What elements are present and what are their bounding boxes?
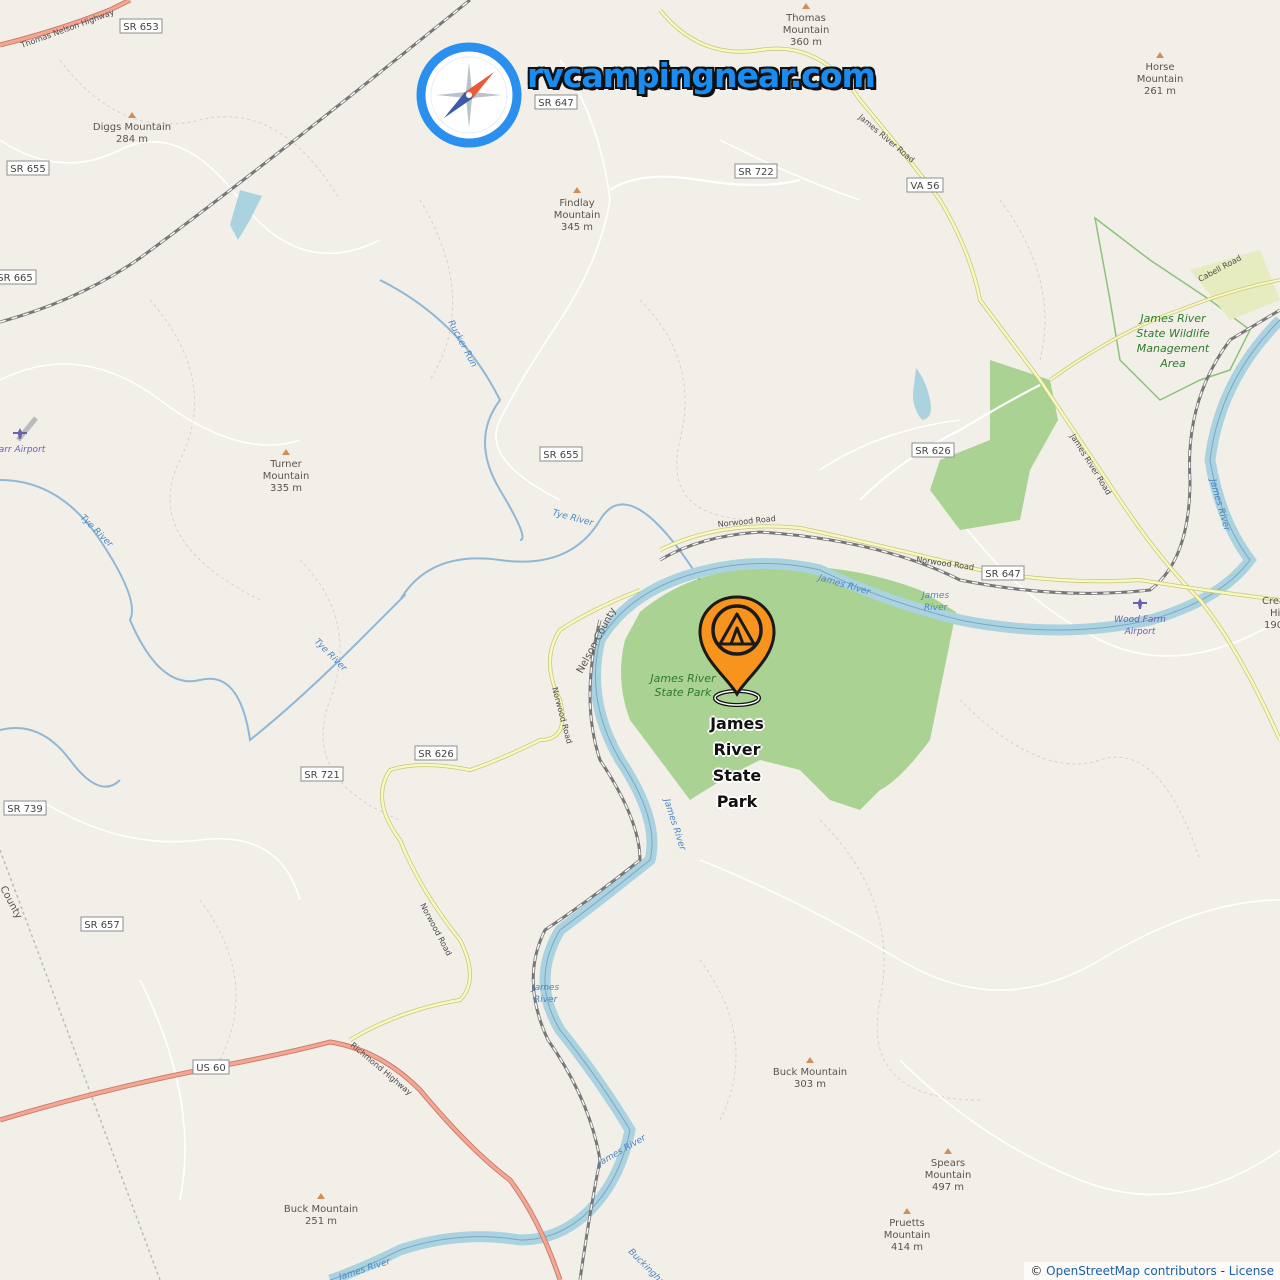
map-label: SR 626 [418, 749, 454, 760]
map-label: SR 722 [738, 167, 774, 178]
peak-findlay-name-2: Mountain [554, 210, 601, 221]
map-label: 261 m [1144, 86, 1176, 97]
map-label: Area [1159, 357, 1186, 370]
shield-sr655-west: SR 655 [6, 160, 50, 176]
map-label: 303 m [794, 1079, 826, 1090]
map-label: Horse [1145, 62, 1174, 73]
copyright-symbol: © [1030, 1264, 1043, 1278]
map-label: Spears [931, 1158, 965, 1169]
map-label: SR 626 [915, 446, 951, 457]
map-label: 251 m [305, 1216, 337, 1227]
map-label: Buck Mountain [773, 1067, 847, 1078]
map-label: Management [1137, 342, 1210, 355]
shield-sr653: SR 653 [119, 18, 163, 34]
map-label: SR 647 [538, 98, 574, 109]
shield-sr626-east: SR 626 [911, 442, 955, 458]
map-canvas[interactable]: Diggs Mountain 284 m Findlay Mountain 34… [0, 0, 1280, 1280]
map-label: SR 721 [304, 770, 340, 781]
shield-sr657: SR 657 [80, 916, 124, 932]
map-label: US 60 [196, 1063, 226, 1074]
map-label: Mountain [925, 1170, 972, 1181]
compass-icon [416, 42, 522, 148]
shield-sr739: SR 739 [3, 800, 47, 816]
attribution-separator: - [1216, 1264, 1229, 1278]
map-label: James [530, 983, 559, 993]
map-attribution: © OpenStreetMap contributors - License [1024, 1262, 1280, 1280]
map-label: Mountain [783, 25, 830, 36]
map-label: Hi [1270, 608, 1280, 619]
map-label: 284 m [116, 134, 148, 145]
shield-va56: VA 56 [906, 177, 944, 193]
map-label: SR 739 [7, 804, 43, 815]
osm-link[interactable]: OpenStreetMap contributors [1046, 1264, 1217, 1278]
shield-us60: US 60 [192, 1059, 230, 1075]
shield-sr647-north: SR 647 [534, 94, 578, 110]
map-label: Mountain [1137, 74, 1184, 85]
map-label: 335 m [270, 483, 302, 494]
map-label: SR 655 [10, 164, 46, 175]
map-label: SR 655 [543, 450, 579, 461]
map-label: Mountain [263, 471, 310, 482]
map-label: SR 665 [0, 273, 33, 284]
map-label: VA 56 [911, 181, 940, 192]
map-label: Airport [1124, 627, 1156, 637]
map-label: 190 [1264, 620, 1280, 631]
brand-name: rvcampingnear.com [527, 56, 876, 95]
map-label: Pruetts [889, 1218, 925, 1229]
map-label: River [924, 603, 949, 613]
shield-sr626-west: SR 626 [414, 745, 458, 761]
map-label: 345 m [561, 222, 593, 233]
shield-sr647-east: SR 647 [981, 565, 1025, 581]
map-label: State Wildlife [1136, 327, 1210, 340]
shield-sr721: SR 721 [300, 766, 344, 782]
shield-sr722: SR 722 [734, 163, 778, 179]
map-label: SR 647 [985, 569, 1021, 580]
license-link[interactable]: License [1229, 1264, 1274, 1278]
map-label: James River [1138, 312, 1207, 325]
marker-label[interactable]: James River State Park [697, 711, 777, 815]
map-label: Thomas [785, 13, 826, 24]
map-label: Wood Farm [1114, 615, 1166, 625]
map-label: 414 m [891, 1242, 923, 1253]
map-label: River [534, 995, 559, 1005]
map-label: 360 m [790, 37, 822, 48]
brand-logo[interactable]: rvcampingnear.com [415, 40, 876, 152]
map-label: James [920, 591, 949, 601]
map-label: arr Airport [0, 445, 46, 455]
map-label: Buck Mountain [284, 1204, 358, 1215]
map-label: Mountain [884, 1230, 931, 1241]
map-label: Crea [1262, 596, 1280, 607]
map-label: Turner [269, 459, 302, 470]
shield-sr655-center: SR 655 [539, 446, 583, 462]
map-label: 497 m [932, 1182, 964, 1193]
map-label: SR 653 [123, 22, 159, 33]
tent-pin-icon[interactable] [696, 594, 778, 710]
map-label: SR 657 [84, 920, 120, 931]
map-label: Diggs Mountain [93, 122, 171, 133]
shield-sr665: SR 665 [0, 269, 37, 285]
peak-findlay-name-1: Findlay [559, 198, 594, 209]
